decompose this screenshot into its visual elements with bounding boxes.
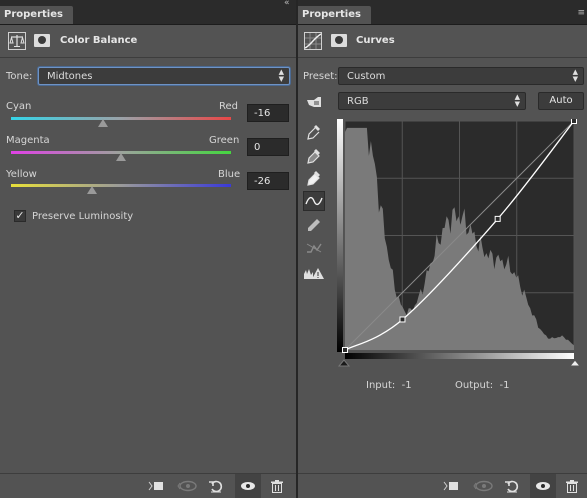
yellow-blue-slider[interactable] [11, 184, 231, 187]
clipping-warning-icon [304, 268, 324, 279]
collapse-icon[interactable]: « [284, 0, 290, 8]
right-properties-tab[interactable]: Properties [298, 6, 371, 24]
layer-mask-icon[interactable] [34, 34, 50, 47]
clip-layer-icon [148, 481, 163, 491]
select-arrows-icon: ▲ ▼ [278, 68, 284, 83]
auto-button[interactable]: Auto [538, 92, 584, 110]
smooth-icon [306, 243, 322, 253]
reset-button[interactable] [499, 474, 525, 498]
view-previous-icon [177, 480, 197, 492]
tone-select[interactable]: Midtones ▲ ▼ [38, 67, 290, 85]
view-previous-button[interactable] [174, 474, 200, 498]
right-footer-toolbar [298, 473, 587, 498]
clip-layer-button[interactable] [438, 474, 464, 498]
left-tab-bar: Properties [0, 0, 296, 25]
layer-mask-icon[interactable] [331, 34, 347, 47]
pencil-tool[interactable] [303, 215, 325, 235]
input-value: -1 [401, 380, 412, 391]
right-panel-header: Curves [298, 30, 587, 54]
right-panel-title: Curves [356, 35, 395, 46]
input-readout: Input: -1 [366, 380, 412, 391]
curves-icon [304, 32, 322, 50]
color-balance-panel: Properties Color Balance Tone: Midtones … [0, 0, 296, 498]
clip-layer-icon [443, 481, 458, 491]
smooth-tool[interactable] [303, 238, 325, 258]
cyan-red-value-field[interactable]: -16 [247, 104, 289, 122]
preset-select-value: Custom [347, 71, 386, 82]
left-footer-toolbar [0, 473, 296, 498]
preset-label: Preset: [303, 71, 338, 82]
edit-points-tool[interactable] [303, 191, 325, 211]
left-panel-header: Color Balance [0, 30, 296, 54]
select-arrows-icon: ▲ ▼ [514, 93, 520, 108]
curves-graph[interactable] [337, 119, 585, 367]
channel-select[interactable]: RGB ▲ ▼ [338, 92, 526, 110]
curve-control-point[interactable] [571, 119, 577, 124]
tone-select-value: Midtones [47, 71, 93, 82]
left-properties-tab[interactable]: Properties [0, 6, 73, 24]
visibility-icon [241, 482, 255, 490]
black-point-eyedropper[interactable] [303, 122, 325, 142]
input-label: Input: [366, 380, 396, 391]
gray-point-eyedropper[interactable] [303, 146, 325, 166]
blue-label: Blue [218, 169, 241, 180]
output-readout: Output: -1 [455, 380, 509, 391]
reset-button[interactable] [203, 474, 229, 498]
select-arrows-icon: ▲ ▼ [572, 68, 578, 83]
reset-icon [209, 480, 223, 493]
red-label: Red [219, 101, 238, 112]
output-label: Output: [455, 380, 494, 391]
preset-select[interactable]: Custom ▲ ▼ [338, 67, 584, 85]
eyedropper-white-icon [307, 171, 320, 186]
left-header-divider [0, 57, 296, 58]
green-label: Green [209, 135, 240, 146]
output-gradient-bar [337, 119, 343, 352]
reset-icon [505, 480, 519, 493]
eyedropper-black-icon [307, 125, 320, 140]
hand-target-tool[interactable] [303, 92, 325, 112]
magenta-green-value-field[interactable]: 0 [247, 138, 289, 156]
magenta-green-thumb[interactable] [116, 153, 126, 161]
white-point-slider[interactable] [568, 359, 582, 367]
visibility-button[interactable] [235, 474, 261, 498]
curve-control-point[interactable] [342, 347, 348, 353]
trash-icon [271, 479, 283, 493]
clipping-warning-tool[interactable] [303, 263, 325, 283]
hand-target-icon [307, 97, 321, 107]
channel-select-value: RGB [347, 96, 369, 107]
magenta-label: Magenta [6, 135, 50, 146]
yellow-label: Yellow [6, 169, 37, 180]
pencil-icon [308, 219, 320, 231]
yellow-blue-thumb[interactable] [87, 186, 98, 194]
black-point-slider[interactable] [337, 359, 351, 367]
view-previous-icon [473, 480, 493, 492]
panel-menu-icon[interactable]: ≡ [577, 8, 585, 18]
clip-layer-button[interactable] [143, 474, 169, 498]
right-header-divider [298, 57, 587, 58]
cyan-label: Cyan [6, 101, 32, 112]
output-value: -1 [499, 380, 510, 391]
right-tab-bar: Properties ≡ [298, 0, 587, 25]
white-point-eyedropper[interactable] [303, 168, 325, 188]
trash-icon [566, 479, 578, 493]
cyan-red-slider[interactable] [11, 117, 231, 120]
view-previous-button[interactable] [470, 474, 496, 498]
input-gradient-bar [345, 353, 574, 359]
curve-point-icon [305, 196, 323, 206]
preserve-luminosity-label: Preserve Luminosity [32, 211, 134, 222]
tone-label: Tone: [6, 71, 33, 82]
curve-control-point[interactable] [399, 316, 406, 323]
yellow-blue-value-field[interactable]: -26 [247, 172, 289, 190]
visibility-icon [536, 482, 550, 490]
delete-button[interactable] [264, 474, 290, 498]
visibility-button[interactable] [530, 474, 556, 498]
scales-icon [8, 32, 26, 50]
preserve-luminosity-checkbox[interactable]: ✓ [14, 210, 26, 222]
delete-button[interactable] [559, 474, 585, 498]
curve-control-point[interactable] [494, 215, 501, 222]
eyedropper-gray-icon [307, 149, 320, 164]
cyan-red-thumb[interactable] [98, 119, 109, 127]
left-panel-title: Color Balance [60, 35, 138, 46]
